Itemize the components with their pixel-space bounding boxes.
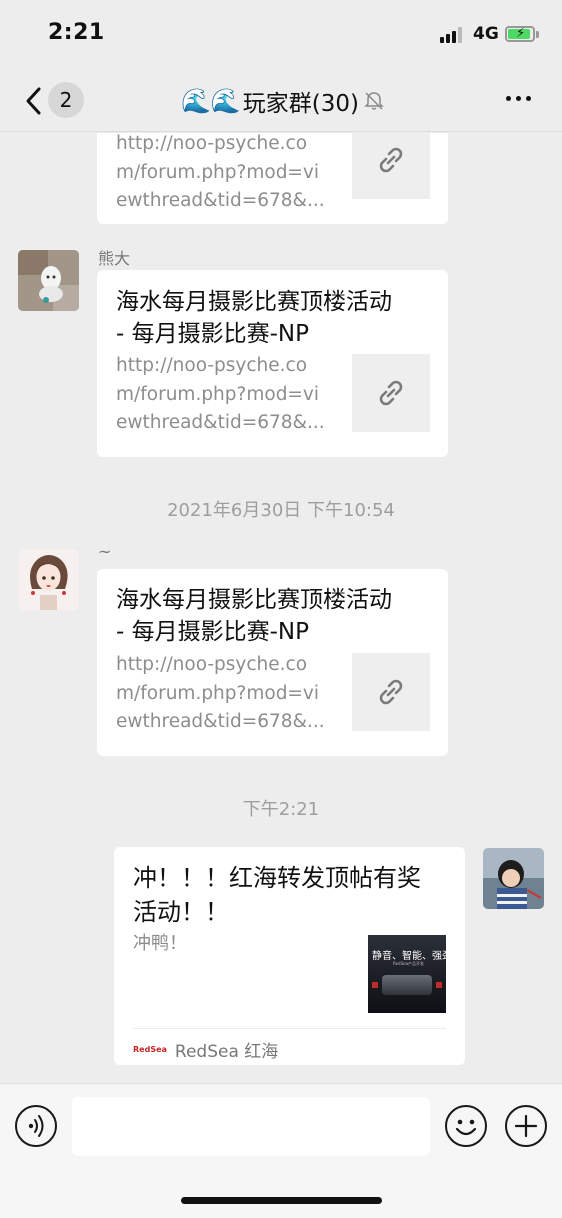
back-arrow-icon[interactable]: [24, 86, 46, 116]
link-icon: [379, 679, 403, 705]
voice-input-button[interactable]: [15, 1105, 57, 1147]
plus-icon: [514, 1114, 538, 1138]
sender-name: ~: [98, 542, 112, 561]
link-card-message[interactable]: http://noo-psyche.co m/forum.php?mod=vi …: [97, 133, 448, 224]
message-timestamp: 2021年6月30日 下午10:54: [167, 500, 395, 521]
chat-message-list: http://noo-psyche.co m/forum.php?mod=vi …: [0, 133, 562, 1083]
link-icon: [379, 147, 403, 173]
link-card-url: http://noo-psyche.co m/forum.php?mod=vi …: [116, 654, 325, 732]
link-card-url: http://noo-psyche.co m/forum.php?mod=vi …: [116, 355, 325, 433]
message-input[interactable]: [72, 1097, 430, 1156]
card-divider: [133, 1028, 446, 1029]
status-time: 2:21: [48, 20, 105, 45]
link-thumbnail: [352, 133, 430, 199]
group-title[interactable]: 🌊🌊 玩家群(30): [181, 86, 385, 117]
network-type: 4G: [473, 24, 499, 44]
link-card-message[interactable]: 海水每月摄影比赛顶楼活动 - 每月摄影比赛-NP http://noo-psyc…: [97, 569, 448, 756]
my-avatar[interactable]: [483, 848, 544, 909]
article-card-message[interactable]: 冲！！！红海转发顶帖有奖 活动！！ 冲鸭！ 静音、智能、强劲 RedSea产品开…: [114, 847, 465, 1065]
voice-icon: [28, 1115, 44, 1137]
article-source-name: RedSea 红海: [174, 1042, 279, 1062]
sender-name: 熊大: [98, 249, 131, 268]
home-indicator[interactable]: [181, 1197, 382, 1204]
muted-bell-icon: [364, 92, 384, 110]
wave-emoji: 🌊🌊: [181, 87, 241, 115]
redsea-logo-icon: RedSea: [133, 1045, 167, 1054]
article-title: 冲！！！红海转发顶帖有奖 活动！！: [133, 864, 421, 926]
more-options-icon[interactable]: [506, 96, 531, 101]
article-thumbnail: 静音、智能、强劲 RedSea产品开发: [368, 935, 446, 1013]
chat-header: 2 🌊🌊 玩家群(30): [0, 70, 562, 132]
status-bar: 2:21 4G ⚡: [0, 0, 562, 70]
battery-tip: [536, 31, 539, 38]
link-thumbnail: [352, 653, 430, 731]
article-description: 冲鸭！: [133, 933, 187, 954]
link-card-url: http://noo-psyche.co m/forum.php?mod=vi …: [116, 133, 325, 211]
more-actions-button[interactable]: [505, 1105, 547, 1147]
link-thumbnail: [352, 354, 430, 432]
emoji-icon: [455, 1119, 477, 1136]
message-timestamp: 下午2:21: [242, 799, 320, 820]
emoji-button[interactable]: [445, 1105, 487, 1147]
avatar[interactable]: [18, 250, 79, 311]
chat-input-bar: [0, 1083, 562, 1218]
link-card-title: 海水每月摄影比赛顶楼活动 - 每月摄影比赛-NP: [116, 289, 392, 347]
unread-badge[interactable]: 2: [48, 82, 84, 118]
avatar[interactable]: [18, 549, 79, 610]
article-source: RedSea RedSea 红海: [133, 1037, 278, 1062]
link-icon: [379, 380, 403, 406]
cellular-signal-icon: [440, 27, 466, 43]
page-title: 玩家群(30): [242, 91, 359, 117]
battery-icon: ⚡: [505, 26, 535, 42]
link-card-message[interactable]: 海水每月摄影比赛顶楼活动 - 每月摄影比赛-NP http://noo-psyc…: [97, 270, 448, 457]
link-card-title: 海水每月摄影比赛顶楼活动 - 每月摄影比赛-NP: [116, 587, 392, 645]
